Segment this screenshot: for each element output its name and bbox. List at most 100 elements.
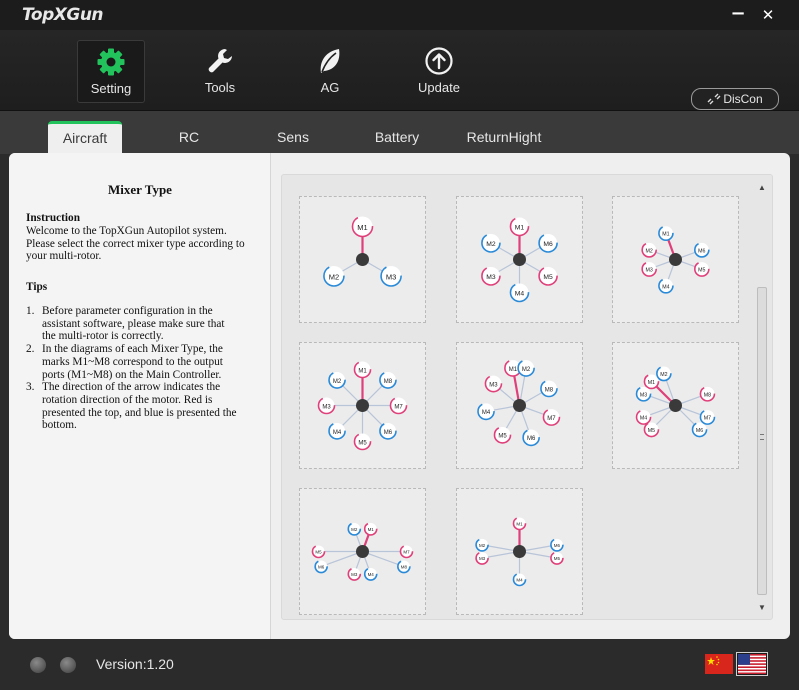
motor-label: M3 [386, 273, 396, 282]
motor-label: M1 [509, 367, 518, 373]
disconnect-button[interactable]: DisCon [691, 88, 779, 110]
mixer-hub [669, 253, 682, 266]
motor-label: M5 [698, 268, 705, 274]
wrench-icon [208, 49, 232, 73]
gear-icon [97, 48, 125, 76]
motor-label: M5 [358, 440, 367, 446]
aircraft-panel: Mixer Type Instruction Welcome to the To… [9, 153, 790, 639]
tips-heading: Tips [26, 281, 48, 293]
motor-label: M3 [640, 392, 647, 398]
mixer-option-hexa-coax[interactable]: M1 M2 M3 M4 M5 M6 [456, 488, 583, 615]
motor-label: M7 [394, 404, 403, 410]
motor-label: M4 [515, 291, 525, 298]
motor-label: M1 [358, 368, 367, 374]
mixer-option-octo-x[interactable]: M1 M2 M3 M4 M5 M6 M7 M8 [612, 342, 739, 469]
motor-label: M6 [318, 565, 325, 570]
motor-label: M8 [384, 379, 393, 385]
mixer-option-hexa[interactable]: M1 M2 M3 M4 M5 M6 [456, 196, 583, 323]
tab-aircraft[interactable]: Aircraft [48, 121, 122, 154]
motor-label: M3 [646, 268, 653, 274]
toolbar-update-button[interactable]: Update [405, 40, 473, 103]
mixer-gallery: M1 M2 M3 M1 M2 M3 M4 M5 M6 M1 M2 M3 M4 M5 M6 M1 M2 M3 M… [281, 174, 773, 620]
tip-number: 1. [26, 305, 35, 317]
tab-bar: Aircraft RC Sens Battery ReturnHight [0, 111, 799, 154]
mixer-hub [356, 399, 369, 412]
mixer-diagram: M1 M2 M3 M4 M5 M6 M7 M8 [311, 522, 414, 581]
mixer-hub [356, 253, 369, 266]
mixer-hub [513, 253, 526, 266]
motor-label: M6 [554, 543, 561, 548]
toolbar-tools-button[interactable]: Tools [186, 40, 254, 103]
tab-returnhight[interactable]: ReturnHight [462, 121, 546, 154]
unlink-icon [707, 93, 721, 105]
usa-flag-button[interactable] [736, 652, 768, 676]
mixer-diagram: M1 M2 M3 M4 M5 M6 M7 M8 [317, 360, 408, 451]
motor-label: M1 [515, 225, 525, 232]
instruction-text: Welcome to the TopXGun Autopilot system.… [26, 225, 245, 263]
gallery-scrollbar[interactable]: ▲ ▼ [755, 177, 769, 617]
mixer-option-tri[interactable]: M1 M2 M3 [299, 196, 426, 323]
mixer-diagram: M1 M2 M3 M4 M5 M6 [641, 225, 710, 294]
mixer-diagram: M1 M2 M3 M4 M5 M6 M7 M8 [477, 359, 561, 447]
info-pane: Mixer Type Instruction Welcome to the To… [9, 153, 271, 639]
motor-label: M1 [357, 223, 367, 232]
close-button[interactable]: ✕ [757, 4, 779, 26]
motor-label: M2 [351, 527, 358, 532]
tip-text: Before parameter configuration in the as… [42, 305, 225, 343]
tip-item: 1. Before parameter configuration in the … [26, 305, 241, 343]
motor-label: M2 [646, 248, 653, 254]
motor-label: M8 [401, 565, 408, 570]
minimize-button[interactable]: − [727, 4, 749, 26]
tips-list: 1. Before parameter configuration in the … [26, 305, 241, 432]
tab-battery[interactable]: Battery [366, 121, 428, 154]
toolbar-update-label: Update [418, 80, 460, 95]
motor-label: M5 [498, 434, 507, 440]
motor-label: M3 [489, 382, 498, 388]
motor-label: M5 [648, 428, 655, 434]
title-bar: TopXGun − ✕ [0, 0, 799, 30]
motor-label: M1 [662, 232, 669, 238]
motor-label: M4 [640, 416, 647, 422]
motor-label: M7 [704, 416, 711, 422]
scrollbar-thumb[interactable] [757, 287, 767, 595]
scroll-up-icon[interactable]: ▲ [758, 183, 766, 192]
status-led-icon [60, 657, 76, 673]
status-footer: Version:1.20 [0, 639, 799, 690]
motor-label: M7 [547, 416, 556, 422]
mixer-hub [356, 545, 369, 558]
mixer-option-octo-v[interactable]: M1 M2 M3 M4 M5 M6 M7 M8 [456, 342, 583, 469]
toolbar-setting-button[interactable]: Setting [77, 40, 145, 103]
mixer-option-octo-coax[interactable]: M1 M2 M3 M4 M5 M6 M7 M8 [299, 488, 426, 615]
mixer-option-octo[interactable]: M1 M2 M3 M4 M5 M6 M7 M8 [299, 342, 426, 469]
mixer-hub [513, 545, 526, 558]
version-label: Version:1.20 [96, 656, 174, 672]
motor-label: M3 [351, 572, 358, 577]
motor-label: M8 [704, 392, 711, 398]
motor-label: M3 [322, 404, 331, 410]
tip-item: 2. In the diagrams of each Mixer Type, th… [26, 343, 241, 381]
scroll-down-icon[interactable]: ▼ [758, 603, 766, 612]
motor-label: M2 [479, 543, 486, 548]
tab-rc[interactable]: RC [160, 121, 218, 154]
motor-label: M3 [479, 556, 486, 561]
tip-number: 2. [26, 343, 35, 356]
mixer-hub [669, 399, 682, 412]
mixer-option-hexa-y[interactable]: M1 M2 M3 M4 M5 M6 [612, 196, 739, 323]
motor-label: M5 [315, 550, 322, 555]
motor-label: M5 [543, 274, 553, 281]
motor-label: M2 [522, 367, 531, 373]
tab-sens[interactable]: Sens [263, 121, 323, 154]
grip-icon [760, 434, 764, 440]
leaf-icon [320, 49, 340, 73]
mixer-diagram: M1 M2 M3 M4 M5 M6 [481, 216, 558, 303]
motor-label: M7 [403, 550, 410, 555]
motor-label: M1 [368, 527, 375, 532]
motor-label: M5 [554, 556, 561, 561]
app-logo: TopXGun [22, 5, 104, 25]
main-toolbar: Setting Tools AG Update DisCon [0, 30, 799, 111]
tip-number: 3. [26, 381, 35, 394]
china-flag-icon[interactable] [705, 654, 733, 674]
toolbar-ag-button[interactable]: AG [296, 40, 364, 103]
tip-text: The direction of the arrow indicates the… [42, 381, 237, 432]
tip-item: 3. The direction of the arrow indicates t… [26, 381, 241, 432]
